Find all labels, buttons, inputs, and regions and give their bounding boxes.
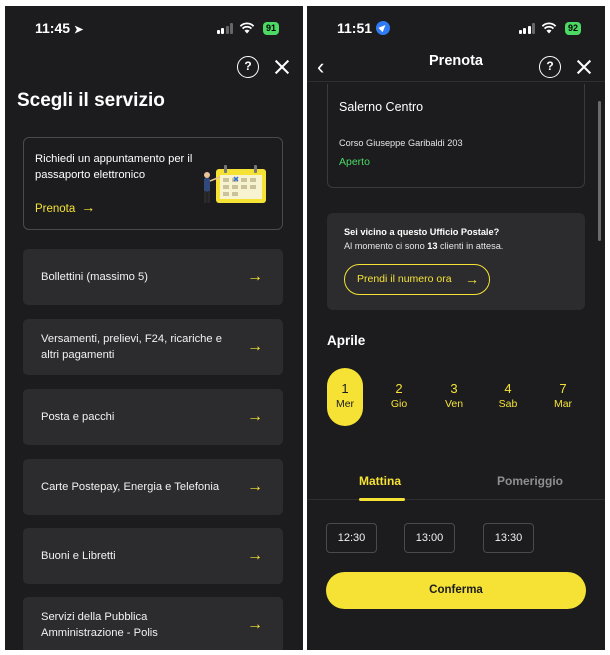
take-number-button[interactable]: Prendi il numero ora →: [344, 264, 490, 295]
time-slot[interactable]: 13:00: [404, 523, 455, 553]
status-bar: 11:45 ➤ 91: [5, 20, 303, 40]
arrow-right-icon: →: [247, 338, 263, 355]
queue-heading: Sei vicino a questo Ufficio Postale?: [344, 227, 500, 237]
passport-promo-card[interactable]: Richiedi un appuntamento per il passapor…: [23, 137, 283, 230]
battery-icon: 92: [564, 22, 581, 35]
page-title: Scegli il servizio: [17, 90, 165, 111]
office-status: Aperto: [339, 156, 370, 168]
status-time: 11:51: [337, 20, 391, 36]
help-icon[interactable]: ?: [237, 56, 259, 78]
queue-count: 13: [427, 241, 438, 251]
time-slot[interactable]: 12:30: [326, 523, 377, 553]
tab-mattina[interactable]: Mattina: [359, 474, 401, 488]
location-arrow-icon: [376, 21, 391, 35]
status-bar: 11:51 92: [307, 20, 605, 40]
arrow-right-icon: →: [465, 271, 479, 287]
day-option[interactable]: 2 Gio: [381, 368, 417, 426]
battery-icon: 91: [262, 22, 279, 35]
service-item-pubblica-amministrazione[interactable]: Servizi della Pubblica Amministrazione -…: [23, 597, 283, 650]
scrollbar[interactable]: [598, 101, 601, 241]
service-selection-screen: 11:45 ➤ 91 ? Scegli il servizio Richiedi …: [5, 6, 303, 650]
tab-pomeriggio[interactable]: Pomeriggio: [497, 474, 563, 488]
cellular-signal-icon: [518, 23, 535, 34]
cellular-signal-icon: [216, 23, 233, 34]
service-label: Buoni e Libretti: [41, 550, 116, 562]
office-address: Corso Giuseppe Garibaldi 203: [339, 138, 463, 148]
day-option[interactable]: 1 Mer: [327, 368, 363, 426]
arrow-right-icon: →: [247, 408, 263, 425]
calendar-illustration-icon: [204, 165, 266, 203]
header-divider: [307, 81, 605, 82]
time-slot[interactable]: 13:30: [483, 523, 534, 553]
promo-book-link[interactable]: Prenota →: [35, 199, 95, 215]
promo-text: Richiedi un appuntamento per il passapor…: [35, 153, 193, 181]
confirm-button[interactable]: Conferma: [326, 572, 586, 609]
service-label: Versamenti, prelievi, F24, ricariche e a…: [41, 333, 222, 361]
arrow-right-icon: →: [247, 478, 263, 495]
day-option[interactable]: 7 Mar: [545, 368, 581, 426]
booking-screen: 11:51 92 ‹ Prenota ? Salerno Centro Cors…: [307, 6, 605, 650]
arrow-right-icon: →: [247, 616, 263, 633]
time-tabs: Mattina Pomeriggio: [307, 466, 605, 501]
close-icon[interactable]: [573, 56, 595, 78]
office-card: Salerno Centro Corso Giuseppe Garibaldi …: [327, 84, 585, 188]
arrow-right-icon: →: [247, 547, 263, 564]
wifi-icon: [541, 22, 557, 34]
wifi-icon: [239, 22, 255, 34]
service-item-posta-pacchi[interactable]: Posta e pacchi →: [23, 389, 283, 445]
day-option[interactable]: 4 Sab: [490, 368, 526, 426]
day-option[interactable]: 3 Ven: [436, 368, 472, 426]
arrow-right-icon: →: [81, 199, 96, 215]
day-selector: 1 Mer 2 Gio 3 Ven 4 Sab 7 Mar: [327, 368, 599, 426]
queue-card: Sei vicino a questo Ufficio Postale? Al …: [327, 213, 585, 310]
location-arrow-icon: ➤: [74, 24, 84, 36]
service-label: Servizi della Pubblica Amministrazione -…: [41, 611, 158, 639]
help-icon[interactable]: ?: [539, 56, 561, 78]
service-item-carte-postepay[interactable]: Carte Postepay, Energia e Telefonia →: [23, 459, 283, 515]
active-tab-indicator: [359, 498, 405, 501]
service-label: Carte Postepay, Energia e Telefonia: [41, 481, 220, 493]
month-label: Aprile: [327, 333, 366, 348]
service-item-versamenti[interactable]: Versamenti, prelievi, F24, ricariche e a…: [23, 319, 283, 375]
close-icon[interactable]: [271, 56, 293, 78]
office-name: Salerno Centro: [339, 100, 424, 114]
service-label: Posta e pacchi: [41, 411, 115, 423]
queue-text: Al momento ci sono 13 clienti in attesa.: [344, 241, 504, 251]
status-time: 11:45 ➤: [35, 20, 84, 36]
service-item-bollettini[interactable]: Bollettini (massimo 5) →: [23, 249, 283, 305]
arrow-right-icon: →: [247, 268, 263, 285]
service-label: Bollettini (massimo 5): [41, 271, 148, 283]
service-item-buoni-libretti[interactable]: Buoni e Libretti →: [23, 528, 283, 584]
